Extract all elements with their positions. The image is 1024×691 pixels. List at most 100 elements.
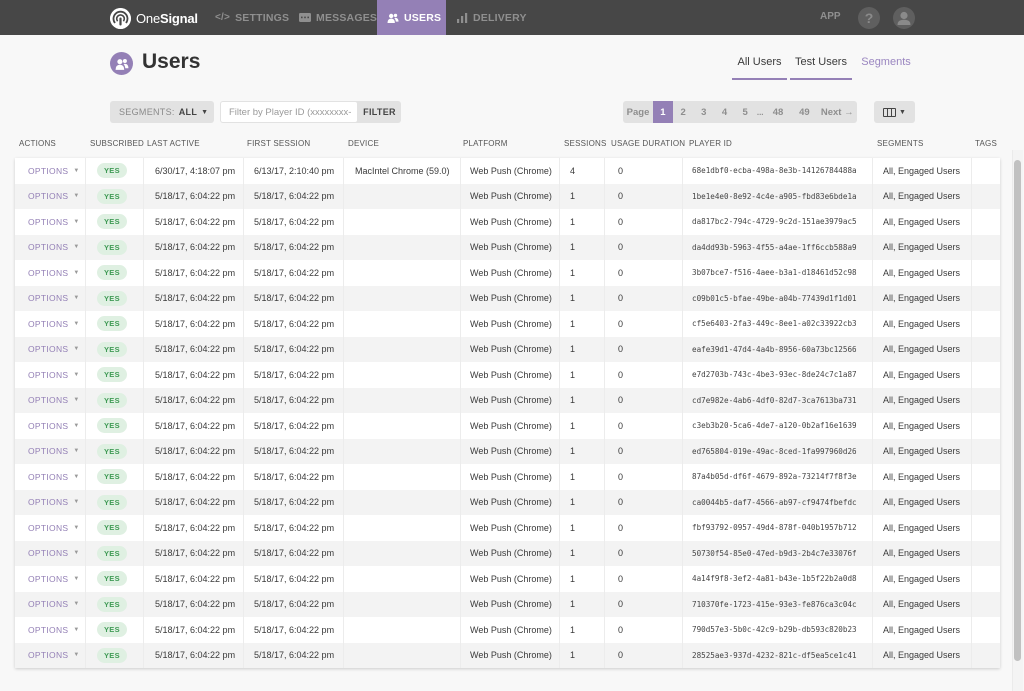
sessions-cell: 1: [560, 336, 605, 362]
columns-icon: [883, 107, 897, 117]
player-id-cell: fbf93792-0957-49d4-878f-040b1957b712: [683, 515, 873, 541]
segments-cell: All, Engaged Users: [873, 234, 972, 260]
options-label: OPTIONS: [28, 548, 69, 559]
subscribed-badge: YES: [97, 188, 127, 204]
page-3-button[interactable]: 3: [693, 101, 714, 123]
table-row: OPTIONS ▼ YES 5/18/17, 6:04:22 pm 5/18/17, 6…: [15, 642, 1000, 668]
device-cell: [344, 387, 461, 413]
options-dropdown[interactable]: OPTIONS ▼: [15, 617, 86, 643]
options-dropdown[interactable]: OPTIONS ▼: [15, 387, 86, 413]
sessions-cell: 1: [560, 438, 605, 464]
column-header-player-id[interactable]: PLAYER ID: [689, 139, 732, 148]
table-row: OPTIONS ▼ YES 5/18/17, 6:04:22 pm 5/18/17, 6…: [15, 515, 1000, 541]
options-dropdown[interactable]: OPTIONS ▼: [15, 566, 86, 592]
scrollbar-thumb[interactable]: [1014, 160, 1021, 661]
column-header-segments[interactable]: SEGMENTS: [877, 139, 924, 148]
options-dropdown[interactable]: OPTIONS ▼: [15, 413, 86, 439]
page-49-button[interactable]: 49: [791, 101, 817, 123]
chevron-down-icon: ▼: [73, 269, 80, 276]
page-5-button[interactable]: 5: [735, 101, 756, 123]
filter-button[interactable]: FILTER: [358, 101, 401, 123]
column-header-sessions[interactable]: SESSIONS: [564, 139, 607, 148]
options-dropdown[interactable]: OPTIONS ▼: [15, 183, 86, 209]
table-row: OPTIONS ▼ YES 5/18/17, 6:04:22 pm 5/18/17, 6…: [15, 566, 1000, 592]
tags-cell: [972, 413, 1000, 439]
options-label: OPTIONS: [28, 395, 69, 406]
options-dropdown[interactable]: OPTIONS ▼: [15, 362, 86, 388]
column-header-last-active[interactable]: LAST ACTIVE: [147, 139, 200, 148]
last-active-cell: 5/18/17, 6:04:22 pm: [144, 362, 244, 388]
device-cell: [344, 464, 461, 490]
segments-cell: All, Engaged Users: [873, 566, 972, 592]
platform-cell: Web Push (Chrome): [461, 515, 560, 541]
column-header-tags[interactable]: TAGS: [975, 139, 997, 148]
options-label: OPTIONS: [28, 267, 69, 278]
options-dropdown[interactable]: OPTIONS ▼: [15, 540, 86, 566]
options-dropdown[interactable]: OPTIONS ▼: [15, 515, 86, 541]
options-dropdown[interactable]: OPTIONS ▼: [15, 158, 86, 184]
subscribed-cell: YES: [86, 566, 144, 592]
last-active-cell: 5/18/17, 6:04:22 pm: [144, 540, 244, 566]
nav-users[interactable]: USERS: [377, 0, 446, 35]
options-dropdown[interactable]: OPTIONS ▼: [15, 464, 86, 490]
column-header-usage-duration[interactable]: USAGE DURATION: [611, 139, 685, 148]
table-row: OPTIONS ▼ YES 5/18/17, 6:04:22 pm 5/18/17, 6…: [15, 387, 1000, 413]
usage-duration-cell: 0: [605, 464, 683, 490]
options-dropdown[interactable]: OPTIONS ▼: [15, 438, 86, 464]
page-4-button[interactable]: 4: [714, 101, 735, 123]
last-active-cell: 5/18/17, 6:04:22 pm: [144, 438, 244, 464]
help-button[interactable]: ?: [858, 7, 880, 29]
column-picker-button[interactable]: ▼: [874, 101, 915, 123]
usage-duration-cell: 0: [605, 260, 683, 286]
sessions-cell: 1: [560, 464, 605, 490]
usage-duration-cell: 0: [605, 336, 683, 362]
chevron-down-icon: ▼: [201, 108, 209, 116]
table-row: OPTIONS ▼ YES 6/30/17, 4:18:07 pm 6/13/17, 2…: [15, 158, 1000, 184]
options-dropdown[interactable]: OPTIONS ▼: [15, 209, 86, 235]
column-header-actions[interactable]: ACTIONS: [19, 139, 56, 148]
nav-delivery[interactable]: DELIVERY: [447, 0, 537, 35]
subscribed-badge: YES: [97, 392, 127, 408]
onesignal-logo[interactable]: One Signal: [110, 7, 198, 29]
column-header-device[interactable]: DEVICE: [348, 139, 379, 148]
options-dropdown[interactable]: OPTIONS ▼: [15, 234, 86, 260]
column-header-platform[interactable]: PLATFORM: [463, 139, 508, 148]
segments-cell: All, Engaged Users: [873, 489, 972, 515]
column-header-subscribed[interactable]: SUBSCRIBED: [90, 139, 144, 148]
options-dropdown[interactable]: OPTIONS ▼: [15, 336, 86, 362]
player-id-cell: 710370fe-1723-415e-93e3-fe876ca3c04c: [683, 591, 873, 617]
tab-segments[interactable]: Segments: [855, 52, 917, 80]
options-dropdown[interactable]: OPTIONS ▼: [15, 489, 86, 515]
tab-test-users[interactable]: Test Users: [790, 52, 852, 80]
app-selector[interactable]: APP: [820, 11, 841, 22]
options-dropdown[interactable]: OPTIONS ▼: [15, 591, 86, 617]
nav-settings[interactable]: </> SETTINGS: [205, 0, 299, 35]
sessions-cell: 1: [560, 183, 605, 209]
options-dropdown[interactable]: OPTIONS ▼: [15, 285, 86, 311]
platform-cell: Web Push (Chrome): [461, 158, 560, 184]
page-2-button[interactable]: 2: [673, 101, 694, 123]
table-row: OPTIONS ▼ YES 5/18/17, 6:04:22 pm 5/18/17, 6…: [15, 591, 1000, 617]
next-page-button[interactable]: Next →: [818, 101, 857, 123]
subscribed-badge: YES: [97, 469, 127, 485]
page-1-button[interactable]: 1: [653, 101, 673, 123]
options-dropdown[interactable]: OPTIONS ▼: [15, 642, 86, 668]
chevron-down-icon: ▼: [73, 601, 80, 608]
segments-cell: All, Engaged Users: [873, 438, 972, 464]
page-title: Users: [142, 50, 201, 73]
options-dropdown[interactable]: OPTIONS ▼: [15, 260, 86, 286]
player-id-cell: 3b07bce7-f516-4aee-b3a1-d18461d52c98: [683, 260, 873, 286]
page-48-button[interactable]: 48: [765, 101, 791, 123]
player-id-filter-input[interactable]: [221, 102, 357, 122]
options-dropdown[interactable]: OPTIONS ▼: [15, 311, 86, 337]
subscribed-cell: YES: [86, 387, 144, 413]
tab-all-users[interactable]: All Users: [732, 52, 787, 80]
account-avatar-button[interactable]: [893, 7, 915, 29]
onesignal-logo-icon: [110, 7, 131, 29]
nav-messages[interactable]: MESSAGES: [289, 0, 387, 35]
segments-dropdown[interactable]: SEGMENTS: ALL ▼: [110, 101, 214, 123]
sessions-cell: 1: [560, 540, 605, 566]
first-session-cell: 5/18/17, 6:04:22 pm: [244, 438, 344, 464]
segments-cell: All, Engaged Users: [873, 540, 972, 566]
column-header-first-session[interactable]: FIRST SESSION: [247, 139, 310, 148]
